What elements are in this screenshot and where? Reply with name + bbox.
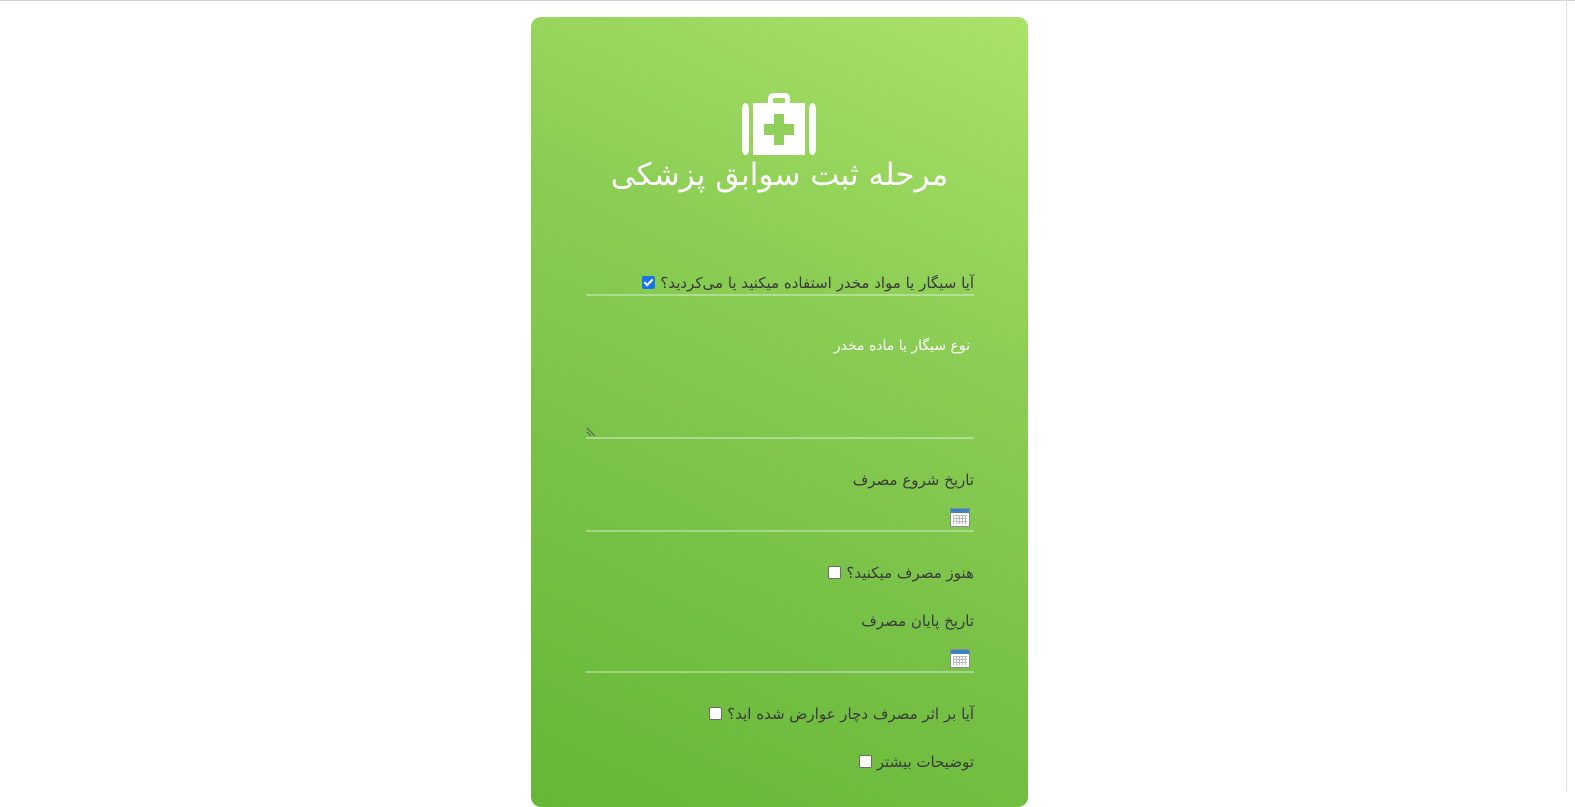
start-date-underline: [586, 530, 974, 532]
smoking-question-label: آیا سیگار یا مواد مخدر استفاده میکنید یا…: [660, 273, 974, 292]
end-date-input[interactable]: [586, 648, 974, 672]
start-date-input[interactable]: [586, 507, 974, 531]
divider: [586, 294, 974, 296]
more-details-checkbox[interactable]: [858, 755, 872, 768]
calendar-icon[interactable]: [950, 649, 970, 668]
end-date-underline: [586, 671, 974, 673]
side-effects-label: آیا بر اثر مصرف دچار عوارض شده اید؟: [727, 704, 974, 723]
medical-kit-icon: [742, 93, 816, 155]
page-title: مرحله ثبت سوابق پزشکی: [610, 157, 949, 193]
substance-type-textarea[interactable]: نوع سیگار یا ماده مخدر: [586, 335, 974, 354]
still-using-row: هنوز مصرف میکنید؟: [586, 562, 974, 582]
still-using-label: هنوز مصرف میکنید؟: [846, 563, 974, 582]
end-date-row: تاریخ پایان مصرف: [586, 610, 974, 630]
medical-history-card: مرحله ثبت سوابق پزشکی آیا سیگار یا مواد …: [531, 17, 1028, 807]
start-date-label: تاریخ شروع مصرف: [852, 470, 974, 489]
calendar-icon[interactable]: [950, 508, 970, 527]
side-effects-row: آیا بر اثر مصرف دچار عوارض شده اید؟: [586, 703, 974, 723]
more-details-row: توضیحات بیشتر: [586, 751, 974, 771]
textarea-resize-icon[interactable]: [586, 427, 596, 437]
scrollbar-track: [1566, 0, 1567, 791]
start-date-row: تاریخ شروع مصرف: [586, 469, 974, 489]
top-border: [0, 0, 1575, 1]
smoking-question-row: آیا سیگار یا مواد مخدر استفاده میکنید یا…: [586, 272, 974, 292]
more-details-label: توضیحات بیشتر: [876, 752, 974, 771]
textarea-underline: [586, 437, 974, 439]
still-using-checkbox[interactable]: [828, 566, 842, 579]
smoking-checkbox[interactable]: [642, 276, 656, 289]
substance-type-placeholder: نوع سیگار یا ماده مخدر: [833, 337, 970, 354]
side-effects-checkbox[interactable]: [709, 707, 723, 720]
end-date-label: تاریخ پایان مصرف: [861, 611, 974, 630]
